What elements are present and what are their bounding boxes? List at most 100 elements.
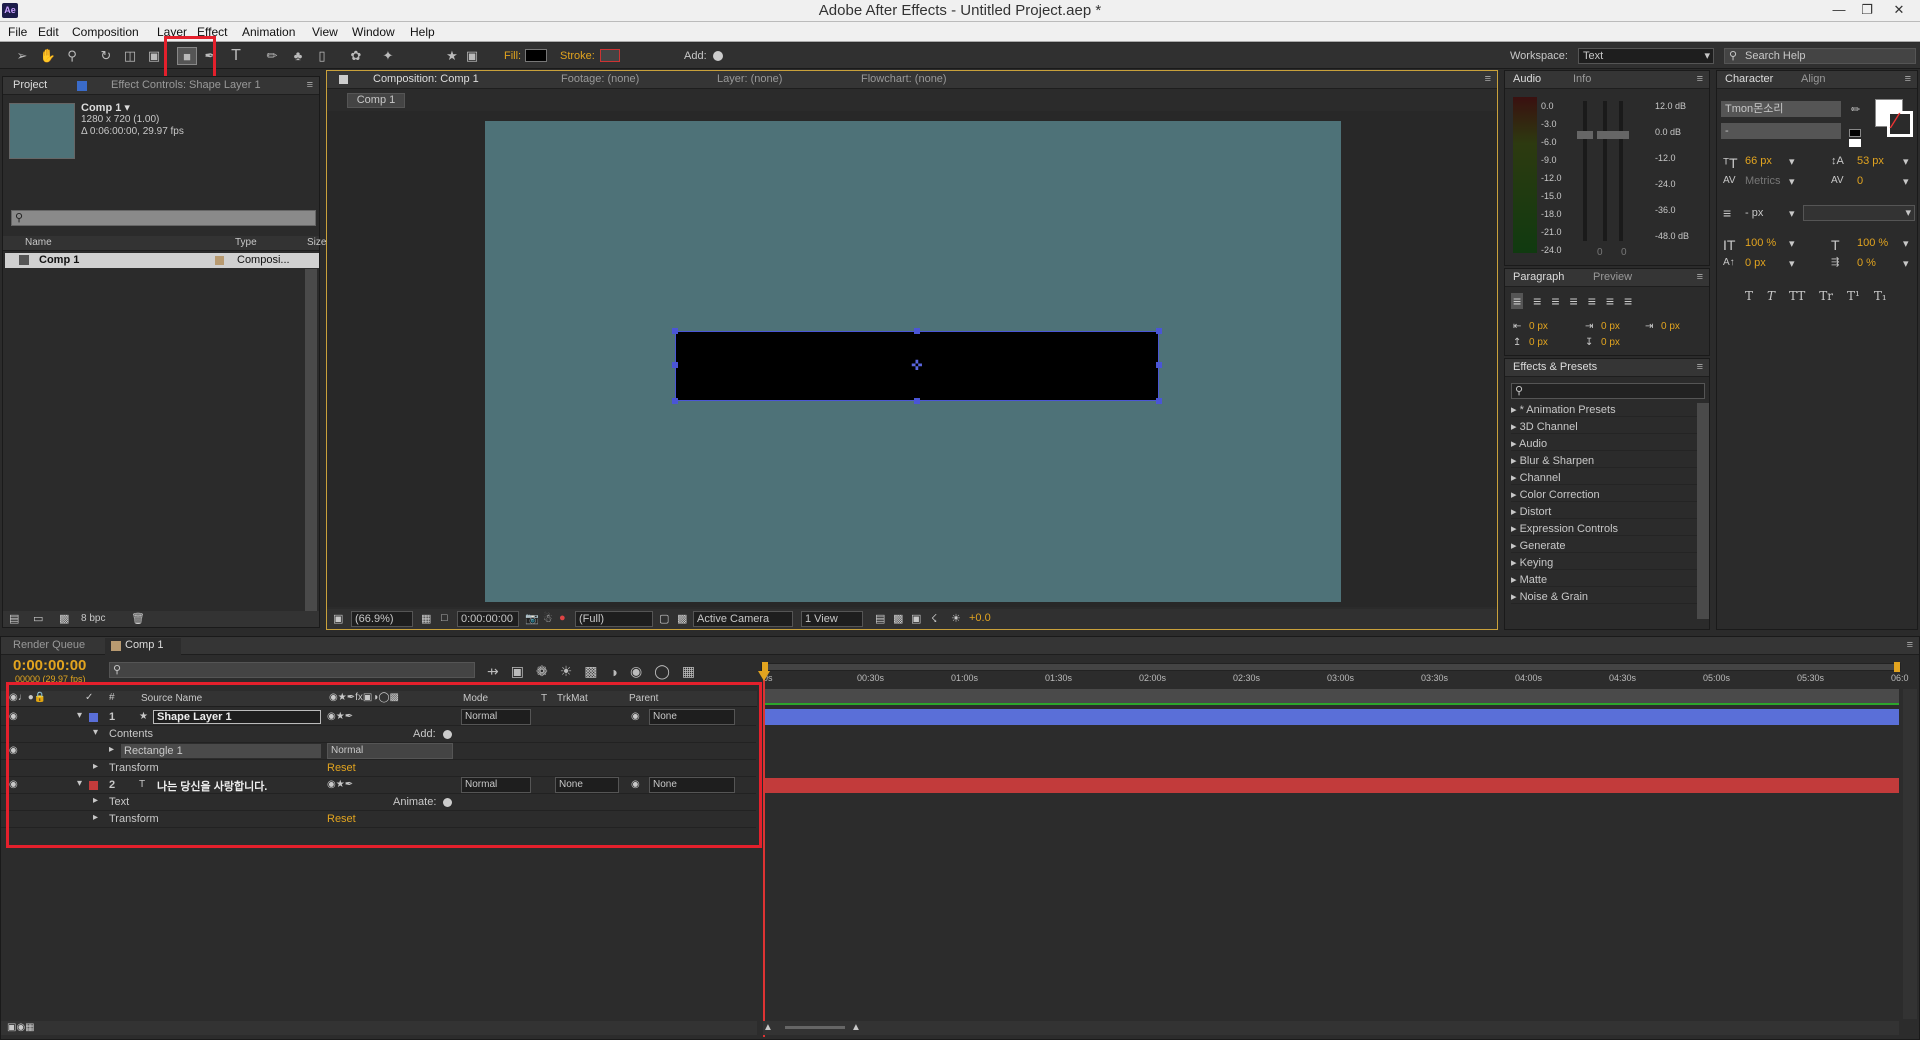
effect-category-item[interactable]: ▸ Generate: [1511, 539, 1697, 553]
comp-breadcrumb[interactable]: Comp 1: [347, 93, 405, 108]
chevron-down-icon[interactable]: ▾: [1789, 257, 1795, 270]
panel-menu-icon[interactable]: ≡: [1697, 73, 1703, 85]
trash-icon[interactable]: 🗑: [131, 612, 145, 625]
mask-mode-icon[interactable]: ▣: [462, 47, 482, 65]
chevron-down-icon[interactable]: ▾: [1903, 175, 1909, 188]
panel-menu-icon[interactable]: ≡: [1485, 73, 1491, 85]
fill-swatch[interactable]: [525, 49, 547, 62]
font-family-select[interactable]: Tmon몬소리: [1721, 101, 1841, 117]
tab-render-queue[interactable]: Render Queue: [13, 639, 85, 651]
menu-help[interactable]: Help: [410, 25, 435, 39]
expand-triangle-icon[interactable]: ▸: [1511, 523, 1520, 535]
timecode-display[interactable]: 0:00:00:00: [13, 657, 86, 674]
slider-thumb[interactable]: [1613, 131, 1629, 139]
panel-menu-icon[interactable]: ≡: [1697, 361, 1703, 373]
type-tool-icon[interactable]: T: [226, 47, 246, 65]
comp-frame[interactable]: ✜: [485, 121, 1341, 602]
grid-icon[interactable]: ▦: [421, 612, 431, 625]
effect-category-item[interactable]: ▸ Matte: [1511, 573, 1697, 587]
font-style-select[interactable]: -: [1721, 123, 1841, 139]
frame-blending-icon[interactable]: ▩: [584, 663, 597, 680]
tab-character[interactable]: Character: [1725, 73, 1773, 85]
handle[interactable]: [672, 328, 678, 334]
render-region-icon[interactable]: ▦: [682, 663, 695, 680]
effect-category-item[interactable]: ▸ 3D Channel: [1511, 420, 1697, 434]
hand-tool-icon[interactable]: ✋: [38, 47, 58, 65]
handle[interactable]: [1156, 362, 1162, 368]
panel-menu-icon[interactable]: ≡: [1697, 271, 1703, 283]
region-of-interest-icon[interactable]: ▢: [659, 612, 669, 625]
col-type[interactable]: Type: [235, 237, 257, 248]
timeline-search-input[interactable]: ⚲: [109, 662, 475, 678]
black-swatch[interactable]: [1849, 129, 1861, 137]
layer-1-duration-bar[interactable]: [763, 709, 1899, 725]
indent-first-value[interactable]: 0 px: [1661, 321, 1680, 332]
new-folder-icon[interactable]: ▭: [33, 612, 43, 625]
stroke-mode-select[interactable]: ▾: [1803, 205, 1915, 221]
time-navigator[interactable]: [761, 662, 1901, 672]
bpc-label[interactable]: 8 bpc: [81, 613, 105, 624]
graph-editor-icon[interactable]: ◯: [654, 663, 670, 680]
project-item-comp1[interactable]: Comp 1 Composi...: [5, 253, 319, 268]
camera-tool-icon[interactable]: ◫: [120, 47, 140, 65]
menu-composition[interactable]: Composition: [72, 25, 139, 39]
handle[interactable]: [672, 398, 678, 404]
audio-slider-left[interactable]: [1577, 101, 1593, 241]
space-after-value[interactable]: 0 px: [1601, 337, 1620, 348]
viewer-canvas[interactable]: ✜: [327, 111, 1497, 607]
vertical-scale-value[interactable]: 100 %: [1745, 237, 1776, 249]
pan-behind-tool-icon[interactable]: ▣: [144, 47, 164, 65]
expand-triangle-icon[interactable]: ▸: [1511, 404, 1520, 416]
effect-category-item[interactable]: ▸ Blur & Sharpen: [1511, 454, 1697, 468]
chevron-down-icon[interactable]: ▾: [1789, 175, 1795, 188]
restore-icon[interactable]: ❐: [1856, 2, 1878, 18]
effect-category-item[interactable]: ▸ Distort: [1511, 505, 1697, 519]
effect-category-item[interactable]: ▸ Color Correction: [1511, 488, 1697, 502]
stroke-swatch[interactable]: [600, 49, 620, 62]
puppet-pin-tool-icon[interactable]: ✦: [378, 47, 398, 65]
transparency-grid-icon[interactable]: ▩: [677, 612, 687, 625]
tab-layer[interactable]: Layer: (none): [717, 73, 782, 85]
shy-layers-icon[interactable]: ☀: [560, 663, 573, 680]
effect-category-item[interactable]: ▸ Noise & Grain: [1511, 590, 1697, 604]
all-caps-button[interactable]: TT: [1789, 289, 1805, 303]
anchor-point-icon[interactable]: ✜: [911, 357, 923, 374]
tab-align[interactable]: Align: [1801, 73, 1825, 85]
eraser-tool-icon[interactable]: ▯: [312, 47, 332, 65]
expand-triangle-icon[interactable]: ▸: [1511, 540, 1520, 552]
eyedropper-icon[interactable]: ✏: [1851, 103, 1860, 116]
zoom-out-icon[interactable]: ▲: [763, 1022, 773, 1033]
panel-menu-icon[interactable]: ≡: [1907, 639, 1913, 651]
chevron-down-icon[interactable]: ▾: [1789, 237, 1795, 250]
white-swatch[interactable]: [1849, 139, 1861, 147]
tab-effect-controls[interactable]: Effect Controls: Shape Layer 1: [111, 79, 261, 91]
project-scrollbar[interactable]: [305, 269, 317, 611]
chevron-down-icon[interactable]: ▾: [1789, 207, 1795, 220]
viewer-time-field[interactable]: 0:00:00:00: [457, 611, 519, 627]
menu-window[interactable]: Window: [352, 25, 395, 39]
tracking-value[interactable]: 0: [1857, 175, 1863, 187]
slider-thumb[interactable]: [1597, 131, 1613, 139]
space-before-value[interactable]: 0 px: [1529, 337, 1548, 348]
justify-right-icon[interactable]: ≡: [1606, 293, 1614, 309]
workspace-select[interactable]: Text ▾: [1578, 48, 1714, 64]
chevron-down-icon[interactable]: ▾: [1789, 155, 1795, 168]
align-left-icon[interactable]: ≡: [1511, 293, 1524, 309]
tab-footage[interactable]: Footage: (none): [561, 73, 639, 85]
audio-slider-master[interactable]: [1613, 101, 1629, 241]
font-size-value[interactable]: 66 px: [1745, 155, 1772, 167]
clone-stamp-tool-icon[interactable]: ♣: [288, 47, 308, 65]
menu-view[interactable]: View: [312, 25, 338, 39]
panel-menu-icon[interactable]: ≡: [1905, 73, 1911, 85]
navigator-start-handle[interactable]: [762, 662, 768, 672]
chevron-down-icon[interactable]: ▾: [1903, 257, 1909, 270]
justify-all-icon[interactable]: ≡: [1624, 293, 1632, 309]
tab-info[interactable]: Info: [1573, 73, 1591, 85]
expand-triangle-icon[interactable]: ▸: [1511, 421, 1520, 433]
selection-tool-icon[interactable]: ➢: [12, 47, 32, 65]
tab-project[interactable]: Project: [13, 79, 47, 91]
handle[interactable]: [1156, 328, 1162, 334]
tab-comp1[interactable]: Comp 1: [125, 639, 164, 651]
slider-thumb[interactable]: [1577, 131, 1593, 139]
fast-previews-icon[interactable]: ▩: [893, 612, 903, 625]
